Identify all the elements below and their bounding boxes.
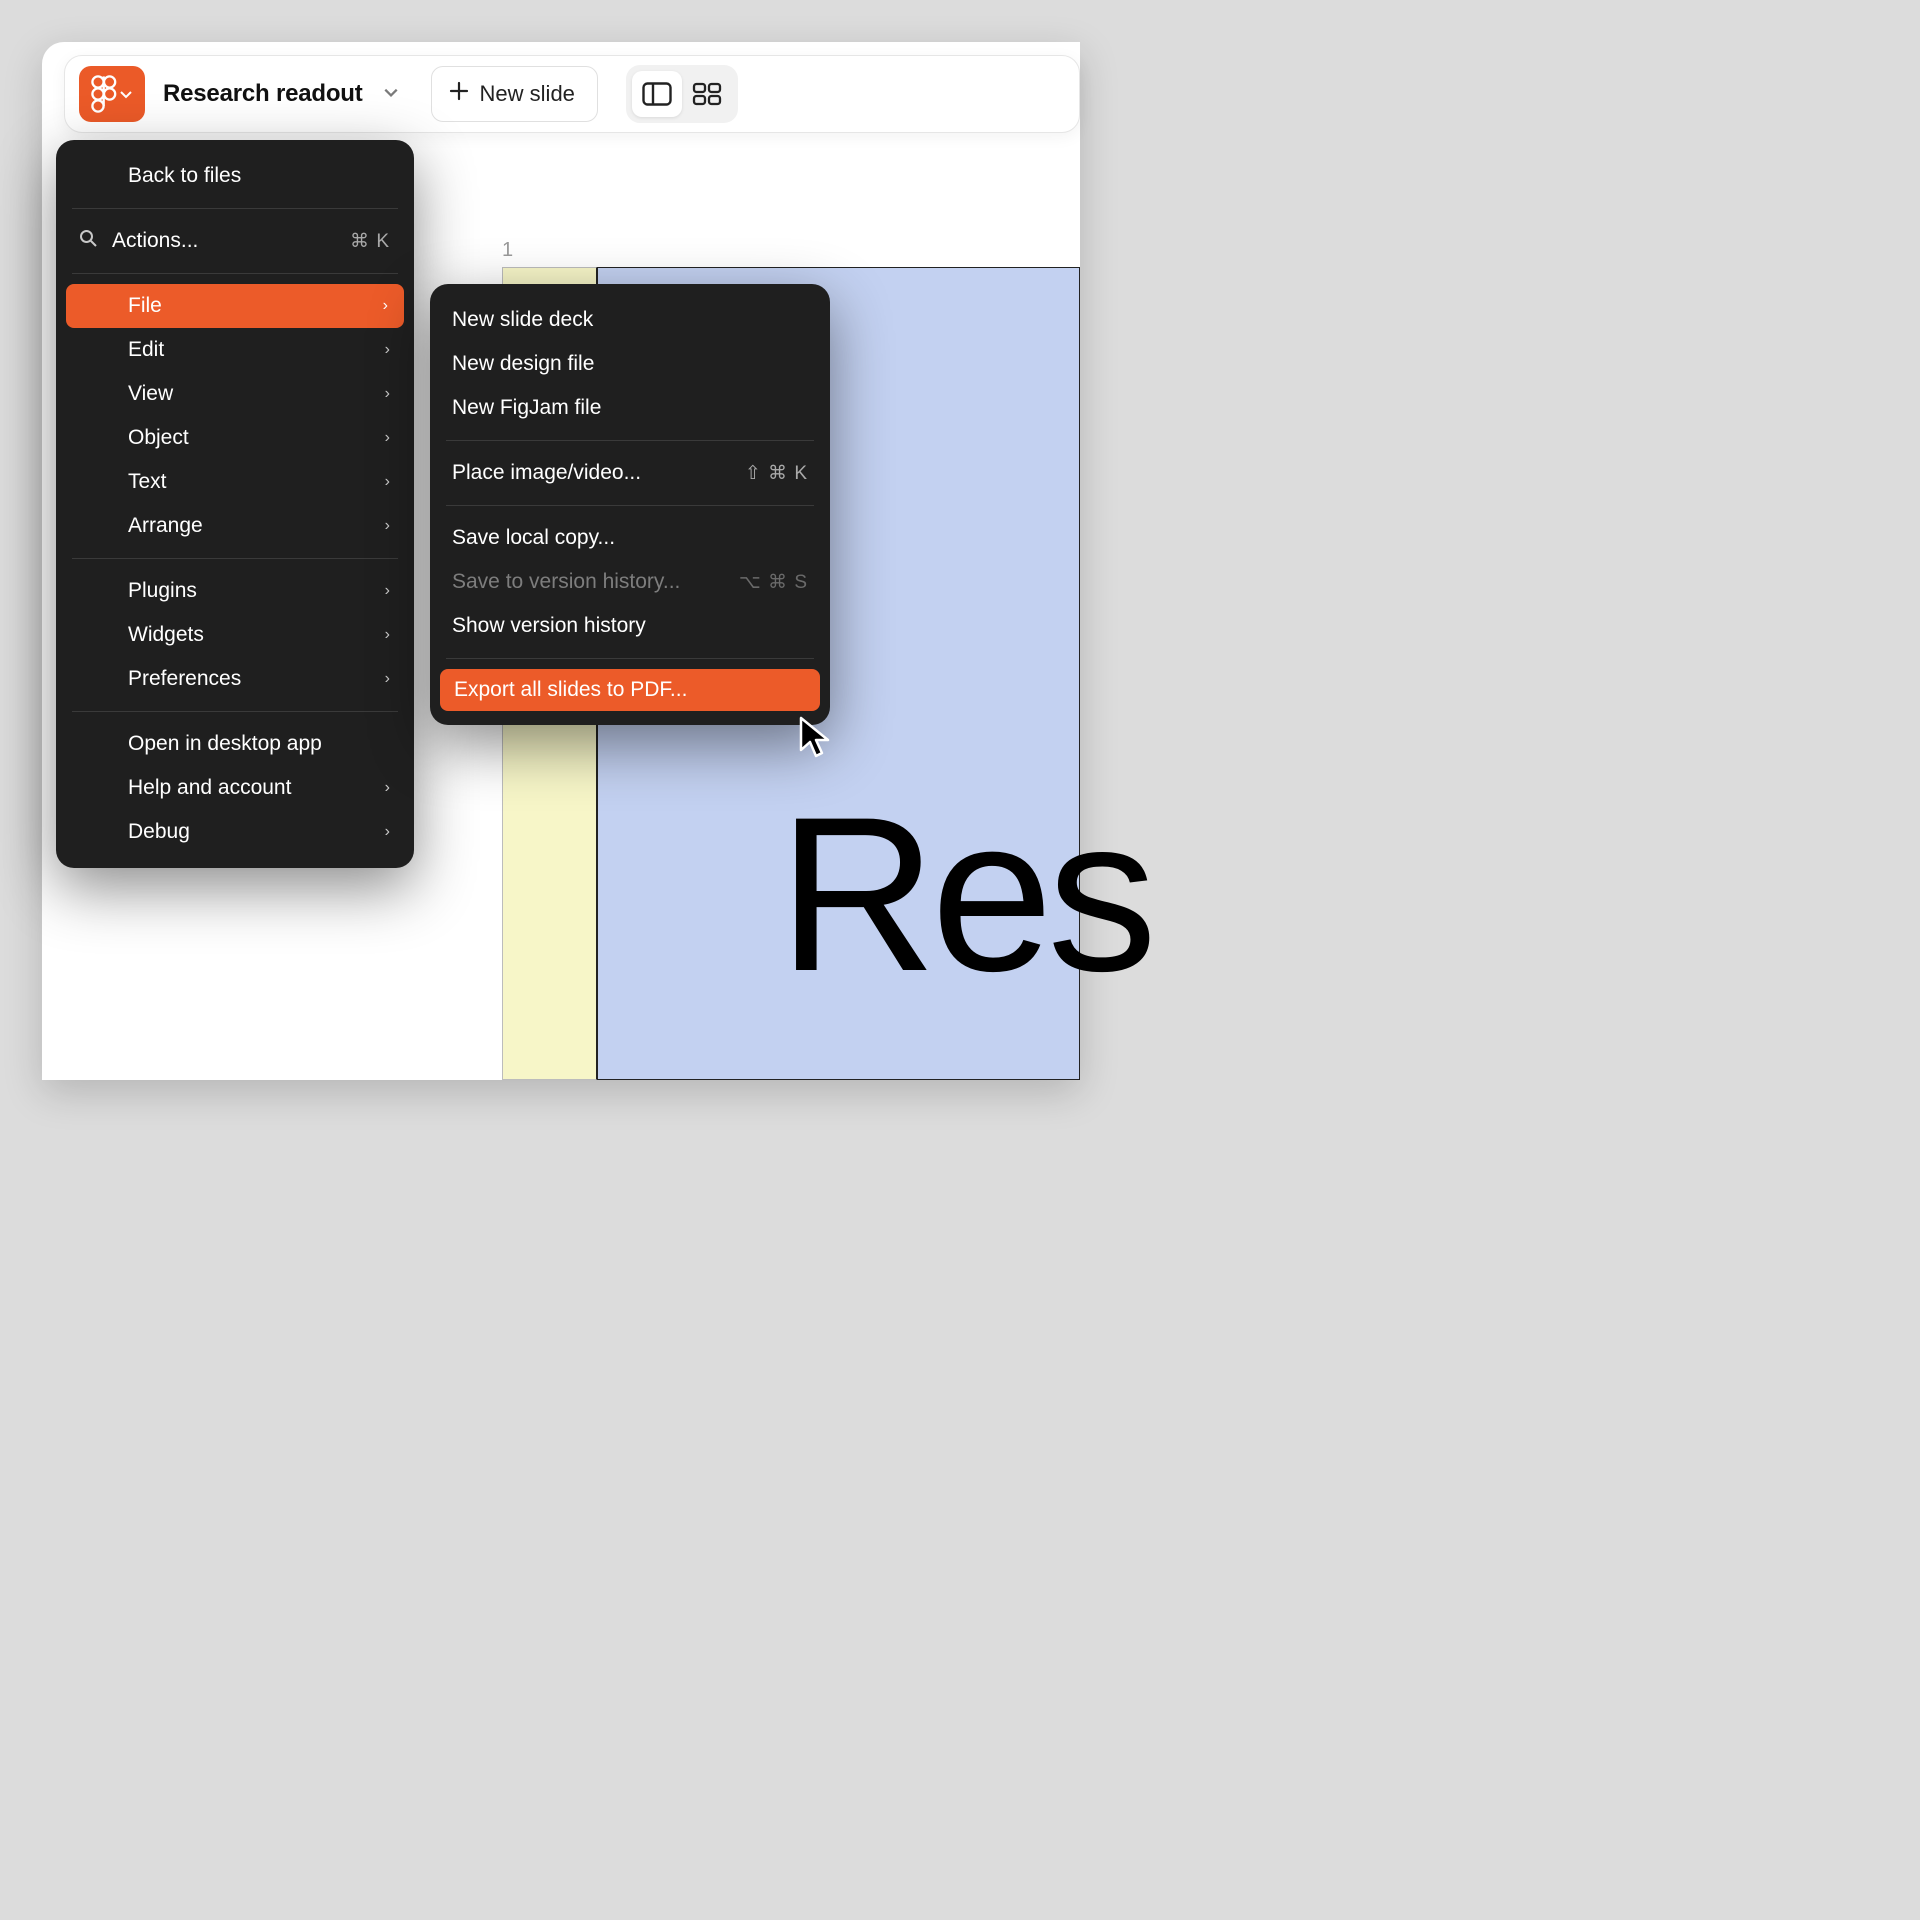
slide-number: 1 <box>502 239 513 262</box>
new-slide-button[interactable]: New slide <box>431 66 598 122</box>
chevron-right-icon: › <box>385 582 390 600</box>
search-icon <box>78 228 98 254</box>
menu-help-account[interactable]: Help and account › <box>56 766 414 810</box>
toolbar: Research readout New slide <box>64 55 1080 133</box>
single-slide-view-button[interactable] <box>632 71 682 117</box>
view-mode-toggle <box>626 65 738 123</box>
submenu-new-figjam-file[interactable]: New FigJam file <box>430 386 830 430</box>
document-title-chevron-icon[interactable] <box>383 84 399 105</box>
menu-debug[interactable]: Debug › <box>56 810 414 854</box>
menu-text[interactable]: Text › <box>56 460 414 504</box>
chevron-right-icon: › <box>385 517 390 535</box>
shortcut-label: ⌘ K <box>350 230 390 253</box>
chevron-right-icon: › <box>385 473 390 491</box>
chevron-right-icon: › <box>385 670 390 688</box>
submenu-export-pdf[interactable]: Export all slides to PDF... <box>440 669 820 711</box>
menu-view[interactable]: View › <box>56 372 414 416</box>
figma-logo-icon <box>91 75 117 113</box>
new-slide-label: New slide <box>480 81 575 107</box>
menu-object[interactable]: Object › <box>56 416 414 460</box>
chevron-right-icon: › <box>385 341 390 359</box>
file-submenu: New slide deck New design file New FigJa… <box>430 284 830 725</box>
plus-icon <box>448 80 470 108</box>
shortcut-label: ⌥ ⌘ S <box>739 571 808 594</box>
menu-edit[interactable]: Edit › <box>56 328 414 372</box>
chevron-right-icon: › <box>385 626 390 644</box>
main-menu-button[interactable] <box>79 66 145 122</box>
chevron-right-icon: › <box>385 385 390 403</box>
chevron-down-icon <box>119 87 133 101</box>
menu-back-to-files[interactable]: Back to files <box>56 154 414 198</box>
document-title[interactable]: Research readout <box>163 80 363 108</box>
menu-arrange[interactable]: Arrange › <box>56 504 414 548</box>
menu-plugins[interactable]: Plugins › <box>56 569 414 613</box>
chevron-right-icon: › <box>383 297 388 315</box>
main-menu: Back to files Actions... ⌘ K File › Edit… <box>56 140 414 868</box>
submenu-save-local-copy[interactable]: Save local copy... <box>430 516 830 560</box>
menu-file[interactable]: File › <box>66 284 404 328</box>
menu-preferences[interactable]: Preferences › <box>56 657 414 701</box>
menu-widgets[interactable]: Widgets › <box>56 613 414 657</box>
grid-view-button[interactable] <box>682 71 732 117</box>
menu-open-desktop-app[interactable]: Open in desktop app <box>56 722 414 766</box>
chevron-right-icon: › <box>385 823 390 841</box>
submenu-show-version-history[interactable]: Show version history <box>430 604 830 648</box>
menu-actions[interactable]: Actions... ⌘ K <box>56 219 414 263</box>
submenu-new-slide-deck[interactable]: New slide deck <box>430 298 830 342</box>
slide-title-text[interactable]: Res <box>778 768 1151 1021</box>
chevron-right-icon: › <box>385 779 390 797</box>
submenu-save-version-history: Save to version history... ⌥ ⌘ S <box>430 560 830 604</box>
shortcut-label: ⇧ ⌘ K <box>745 462 808 485</box>
submenu-place-media[interactable]: Place image/video... ⇧ ⌘ K <box>430 451 830 495</box>
submenu-new-design-file[interactable]: New design file <box>430 342 830 386</box>
chevron-right-icon: › <box>385 429 390 447</box>
